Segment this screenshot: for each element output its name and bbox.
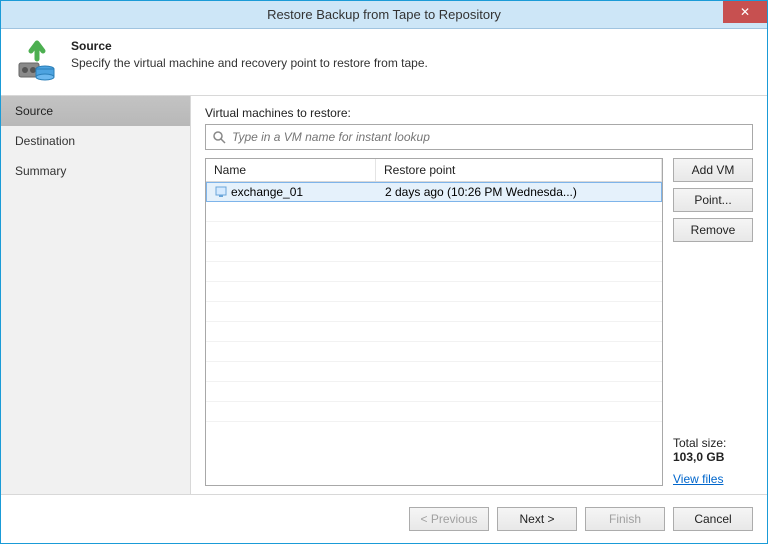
view-files-link[interactable]: View files bbox=[673, 472, 753, 486]
sidebar-item-label: Summary bbox=[15, 164, 66, 178]
sidebar-item-label: Destination bbox=[15, 134, 75, 148]
empty-row bbox=[206, 262, 662, 282]
sidebar-item-summary[interactable]: Summary bbox=[1, 156, 190, 186]
wizard-body: Source Destination Summary Virtual machi… bbox=[1, 96, 767, 494]
button-label: Add VM bbox=[692, 163, 735, 177]
dialog-window: Restore Backup from Tape to Repository ✕… bbox=[0, 0, 768, 544]
empty-row bbox=[206, 322, 662, 342]
grid-header: Name Restore point bbox=[206, 159, 662, 182]
wizard-footer: < Previous Next > Finish Cancel bbox=[1, 494, 767, 543]
button-label: Cancel bbox=[694, 512, 731, 526]
window-title: Restore Backup from Tape to Repository bbox=[1, 7, 767, 22]
side-buttons: Add VM Point... Remove Total size: 103,0… bbox=[673, 158, 753, 486]
search-input[interactable] bbox=[232, 130, 746, 144]
cancel-button[interactable]: Cancel bbox=[673, 507, 753, 531]
empty-row bbox=[206, 302, 662, 322]
tape-restore-icon bbox=[15, 39, 59, 83]
vm-icon bbox=[215, 186, 227, 198]
close-button[interactable]: ✕ bbox=[723, 1, 767, 23]
empty-row bbox=[206, 242, 662, 262]
total-value: 103,0 GB bbox=[673, 450, 724, 464]
empty-row bbox=[206, 282, 662, 302]
empty-row bbox=[206, 222, 662, 242]
button-label: Finish bbox=[609, 512, 641, 526]
button-label: < Previous bbox=[420, 512, 477, 526]
total-size: Total size: 103,0 GB bbox=[673, 436, 753, 464]
next-button[interactable]: Next > bbox=[497, 507, 577, 531]
button-label: Remove bbox=[691, 223, 736, 237]
cell-name-text: exchange_01 bbox=[231, 185, 303, 199]
cell-restore: 2 days ago (10:26 PM Wednesda...) bbox=[377, 183, 661, 201]
header-text: Source Specify the virtual machine and r… bbox=[71, 39, 428, 83]
vm-grid: Name Restore point exchange_01 bbox=[205, 158, 663, 486]
empty-row bbox=[206, 342, 662, 362]
cell-name: exchange_01 bbox=[207, 183, 377, 201]
button-label: Point... bbox=[694, 193, 731, 207]
sidebar-item-source[interactable]: Source bbox=[1, 96, 190, 126]
spacer bbox=[673, 248, 753, 424]
main-panel: Virtual machines to restore: Name Restor… bbox=[191, 96, 767, 494]
add-vm-button[interactable]: Add VM bbox=[673, 158, 753, 182]
wizard-header: Source Specify the virtual machine and r… bbox=[1, 29, 767, 96]
point-button[interactable]: Point... bbox=[673, 188, 753, 212]
header-subtitle: Specify the virtual machine and recovery… bbox=[71, 56, 428, 70]
sidebar-item-label: Source bbox=[15, 104, 53, 118]
header-title: Source bbox=[71, 39, 428, 53]
wizard-sidebar: Source Destination Summary bbox=[1, 96, 191, 494]
grid-body[interactable]: exchange_01 2 days ago (10:26 PM Wednesd… bbox=[206, 182, 662, 485]
empty-row bbox=[206, 202, 662, 222]
empty-row bbox=[206, 362, 662, 382]
empty-row bbox=[206, 402, 662, 422]
column-name[interactable]: Name bbox=[206, 159, 376, 181]
button-label: Next > bbox=[519, 512, 554, 526]
search-box[interactable] bbox=[205, 124, 753, 150]
close-icon: ✕ bbox=[740, 5, 750, 19]
search-icon bbox=[212, 130, 226, 144]
cell-restore-text: 2 days ago (10:26 PM Wednesda...) bbox=[385, 185, 577, 199]
content-row: Name Restore point exchange_01 bbox=[205, 158, 753, 486]
previous-button: < Previous bbox=[409, 507, 489, 531]
column-restore-point[interactable]: Restore point bbox=[376, 159, 662, 181]
finish-button: Finish bbox=[585, 507, 665, 531]
empty-row bbox=[206, 382, 662, 402]
remove-button[interactable]: Remove bbox=[673, 218, 753, 242]
sidebar-item-destination[interactable]: Destination bbox=[1, 126, 190, 156]
titlebar[interactable]: Restore Backup from Tape to Repository ✕ bbox=[1, 1, 767, 29]
total-label: Total size: bbox=[673, 436, 726, 450]
table-row[interactable]: exchange_01 2 days ago (10:26 PM Wednesd… bbox=[206, 182, 662, 202]
list-label: Virtual machines to restore: bbox=[205, 106, 753, 120]
